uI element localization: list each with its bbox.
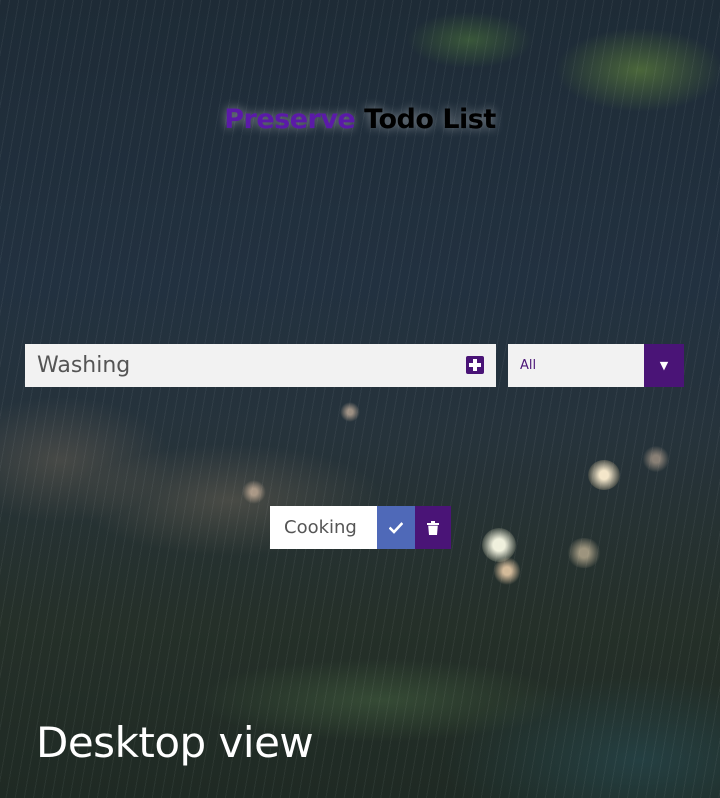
add-todo-button[interactable] xyxy=(466,356,484,374)
bokeh-light xyxy=(642,446,670,472)
delete-button[interactable] xyxy=(415,506,451,549)
todo-input-wrapper xyxy=(25,344,496,387)
caret-down-icon[interactable]: ▼ xyxy=(644,344,684,387)
page-title-accent: Preserve xyxy=(224,104,356,135)
bokeh-light xyxy=(242,480,266,504)
trash-icon xyxy=(427,520,439,535)
todo-input[interactable] xyxy=(25,344,445,387)
bokeh-light xyxy=(340,402,360,422)
caption-desktop-view: Desktop view xyxy=(36,718,314,767)
bokeh-light xyxy=(482,528,516,562)
check-icon xyxy=(389,521,403,534)
bokeh-light xyxy=(566,538,602,568)
filter-select-value: All xyxy=(520,358,537,373)
complete-button[interactable] xyxy=(377,506,415,549)
todo-item: Cooking xyxy=(270,506,451,549)
bokeh-light xyxy=(494,556,520,586)
bokeh-light xyxy=(588,460,620,490)
page-title: Preserve Todo List xyxy=(0,104,720,135)
page-title-rest: Todo List xyxy=(364,104,496,135)
todo-item-text: Cooking xyxy=(270,506,377,549)
filter-select[interactable]: All ▼ xyxy=(508,344,684,387)
